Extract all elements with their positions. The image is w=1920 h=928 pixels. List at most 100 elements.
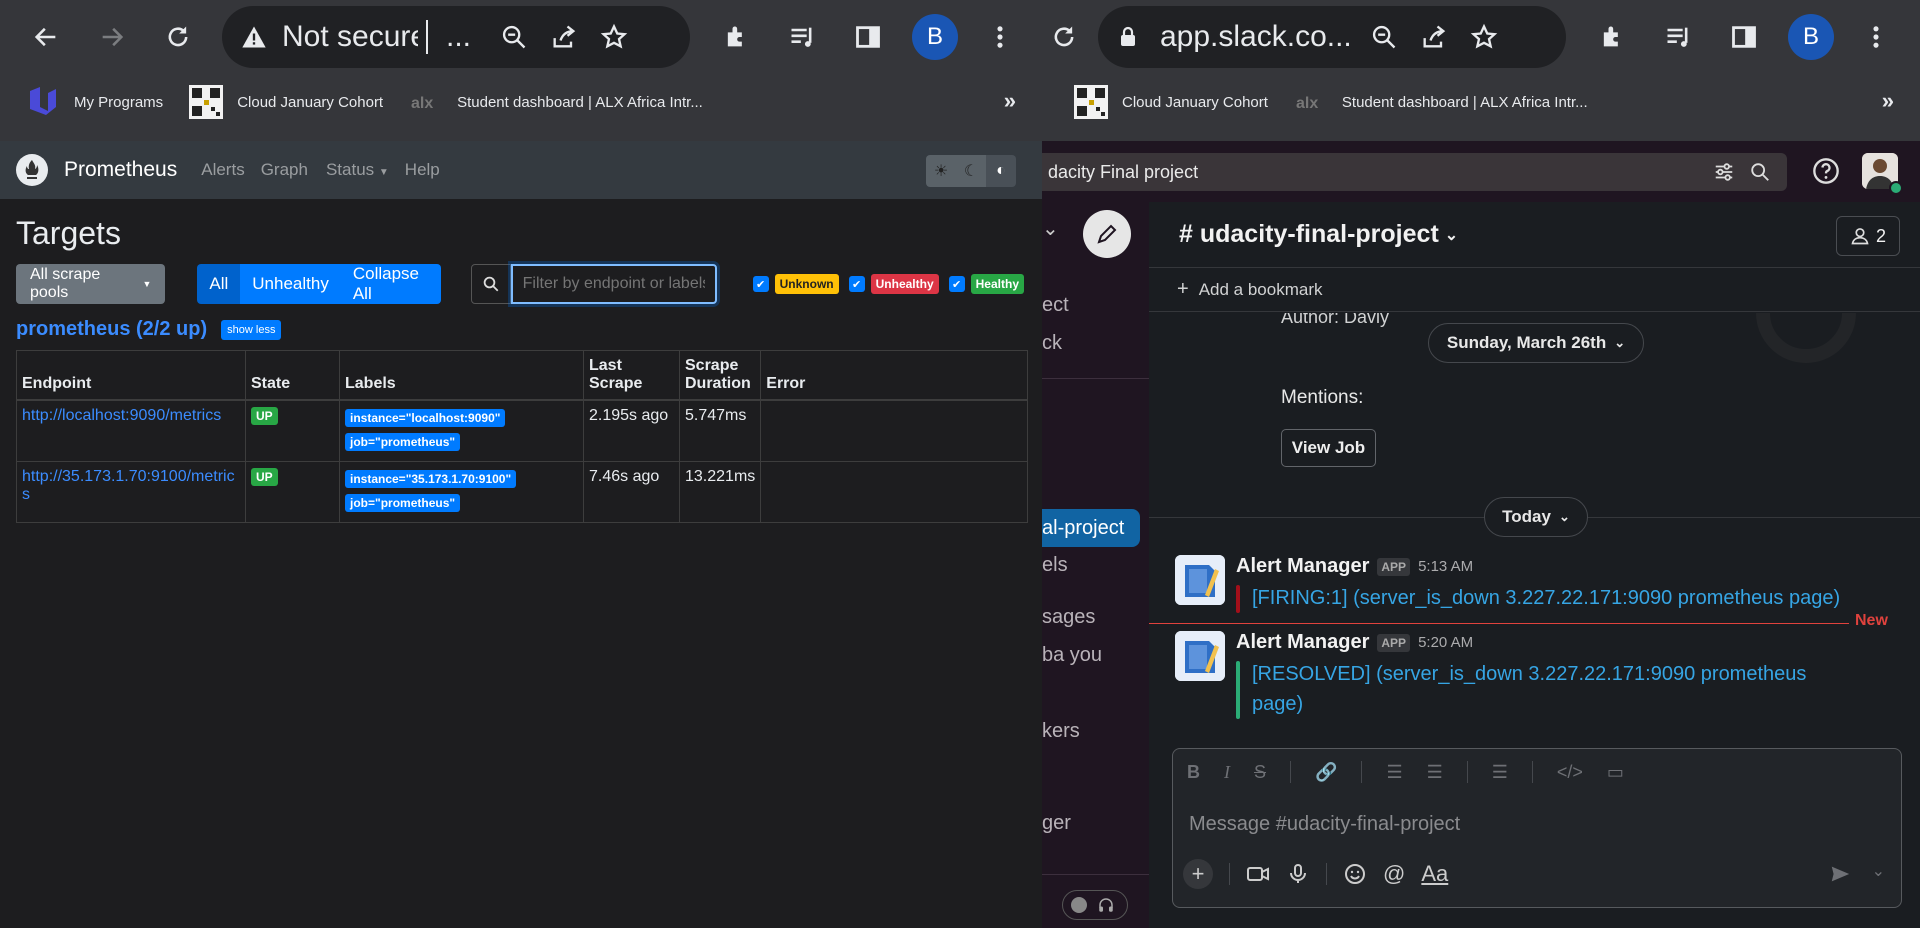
sidebar-item-udacity-final-project[interactable]: al-project (1042, 509, 1140, 547)
nav-status[interactable]: Status ▼ (326, 160, 389, 180)
unknown-checkbox[interactable]: ✔ (752, 276, 769, 292)
sidebar-item[interactable]: els (1042, 554, 1068, 577)
bulleted-list-icon[interactable]: ☰ (1427, 762, 1443, 783)
more-bookmarks-icon[interactable]: » (1004, 88, 1016, 114)
date-pill-today[interactable]: Today ⌄ (1484, 497, 1588, 537)
channel-name[interactable]: # udacity-final-project (1179, 220, 1439, 249)
extensions-icon[interactable] (714, 15, 758, 59)
add-bookmark-bar[interactable]: + Add a bookmark (1149, 268, 1920, 312)
healthy-checkbox[interactable]: ✔ (948, 276, 965, 292)
huddle-toggle[interactable] (1062, 890, 1128, 920)
extensions-icon[interactable] (1590, 15, 1634, 59)
chevron-down-icon[interactable]: ⌄ (1445, 225, 1458, 245)
toolbar-divider (1531, 761, 1533, 783)
unhealthy-button[interactable]: Unhealthy (240, 264, 341, 304)
endpoint-link[interactable]: http://localhost:9090/metrics (22, 407, 221, 424)
side-panel-icon[interactable] (846, 15, 890, 59)
bold-icon[interactable]: B (1187, 762, 1200, 783)
sidebar-item[interactable]: ger (1042, 812, 1071, 835)
address-bar[interactable]: Not secure ... (222, 6, 690, 68)
date-pill-sunday[interactable]: Sunday, March 26th ⌄ (1428, 323, 1644, 363)
formatting-toggle-icon[interactable]: Aa (1421, 861, 1448, 887)
message-input[interactable]: Message #udacity-final-project (1189, 813, 1460, 836)
more-bookmarks-icon[interactable]: » (1882, 88, 1894, 114)
prometheus-brand[interactable]: Prometheus (64, 158, 177, 182)
bookmark-star-icon[interactable] (600, 23, 628, 51)
bookmark-alx-dashboard[interactable]: alx Student dashboard | ALX Africa Intr.… (1294, 85, 1588, 119)
prometheus-logo-icon[interactable] (16, 154, 48, 186)
collapse-all-button[interactable]: Collapse All (340, 264, 441, 304)
forward-icon[interactable] (90, 15, 134, 59)
sidebar-item[interactable]: kers (1042, 720, 1080, 743)
blockquote-icon[interactable]: ☰ (1492, 762, 1508, 783)
send-options-chevron-icon[interactable]: ⌄ (1872, 861, 1885, 881)
timestamp[interactable]: 5:13 AM (1418, 558, 1473, 575)
profile-avatar[interactable]: B (912, 14, 958, 60)
members-button[interactable]: 2 (1836, 216, 1900, 256)
zoom-icon[interactable] (500, 23, 528, 51)
link-icon[interactable]: 🔗 (1315, 762, 1337, 783)
media-queue-icon[interactable] (1656, 15, 1700, 59)
nav-graph[interactable]: Graph (261, 160, 308, 180)
sender-name[interactable]: Alert Manager (1236, 555, 1369, 578)
compose-icon[interactable] (1083, 210, 1131, 258)
alertmanager-avatar[interactable] (1175, 555, 1225, 605)
italic-icon[interactable]: I (1224, 762, 1230, 783)
light-theme-icon[interactable]: ☀ (926, 155, 956, 187)
scrape-pools-dropdown[interactable]: All scrape pools ▼ (16, 264, 166, 304)
auto-theme-icon[interactable]: ◐ (986, 155, 1016, 187)
nav-help[interactable]: Help (405, 160, 440, 180)
code-icon[interactable]: </> (1557, 762, 1583, 783)
share-icon[interactable] (550, 23, 578, 51)
endpoint-link[interactable]: http://35.173.1.70:9100/metrics (22, 468, 235, 503)
address-bar[interactable]: app.slack.co... (1098, 6, 1566, 68)
endpoint-filter-input[interactable] (510, 264, 717, 304)
unhealthy-checkbox[interactable]: ✔ (848, 276, 865, 292)
bookmark-my-programs[interactable]: My Programs (26, 85, 163, 119)
sidebar-item[interactable]: ck (1042, 332, 1062, 355)
bookmark-cloud-january-cohort[interactable]: Cloud January Cohort (1074, 85, 1268, 119)
search-icon[interactable] (1749, 161, 1771, 183)
error-cell (760, 461, 1028, 523)
message-body[interactable]: [FIRING:1] (server_is_down 3.227.22.171:… (1236, 583, 1896, 613)
nav-alerts[interactable]: Alerts (201, 160, 244, 180)
sidebar-item[interactable]: ba you (1042, 644, 1102, 667)
show-less-button[interactable]: show less (221, 319, 282, 340)
bookmark-star-icon[interactable] (1470, 23, 1498, 51)
search-filter-icon[interactable] (1713, 161, 1735, 183)
message-body[interactable]: [RESOLVED] (server_is_down 3.227.22.171:… (1236, 659, 1836, 719)
media-queue-icon[interactable] (780, 15, 824, 59)
pool-title-link[interactable]: prometheus (2/2 up) (16, 318, 207, 341)
all-button[interactable]: All (197, 264, 241, 304)
share-icon[interactable] (1420, 23, 1448, 51)
side-panel-icon[interactable] (1722, 15, 1766, 59)
bookmark-alx-dashboard[interactable]: alx Student dashboard | ALX Africa Intr.… (409, 85, 703, 119)
reload-icon[interactable] (1042, 15, 1086, 59)
menu-kebab-icon[interactable] (978, 15, 1022, 59)
microphone-icon[interactable] (1286, 862, 1310, 886)
video-icon[interactable] (1246, 862, 1270, 886)
menu-kebab-icon[interactable] (1854, 15, 1898, 59)
view-job-button[interactable]: View Job (1281, 429, 1376, 467)
timestamp[interactable]: 5:20 AM (1418, 634, 1473, 651)
dark-theme-icon[interactable]: ☾ (956, 155, 986, 187)
workspace-chevron-icon[interactable]: ⌄ (1042, 216, 1059, 241)
send-icon[interactable] (1829, 863, 1851, 885)
reload-icon[interactable] (156, 15, 200, 59)
sender-name[interactable]: Alert Manager (1236, 631, 1369, 654)
emoji-icon[interactable] (1343, 862, 1367, 886)
zoom-icon[interactable] (1370, 23, 1398, 51)
profile-avatar[interactable]: B (1788, 14, 1834, 60)
back-icon[interactable] (24, 15, 68, 59)
alertmanager-avatar[interactable] (1175, 631, 1225, 681)
help-icon[interactable] (1812, 157, 1840, 185)
sidebar-item[interactable]: sages (1042, 606, 1095, 629)
code-block-icon[interactable]: ▭ (1607, 762, 1624, 783)
ordered-list-icon[interactable]: ☰ (1386, 762, 1402, 783)
sidebar-item[interactable]: ect (1042, 294, 1069, 317)
bookmark-cloud-january-cohort[interactable]: Cloud January Cohort (189, 85, 383, 119)
slack-search-bar[interactable]: dacity Final project (1042, 153, 1787, 191)
mention-icon[interactable]: @ (1383, 861, 1405, 887)
attach-plus-icon[interactable]: + (1183, 859, 1213, 889)
strikethrough-icon[interactable]: S (1254, 762, 1266, 783)
